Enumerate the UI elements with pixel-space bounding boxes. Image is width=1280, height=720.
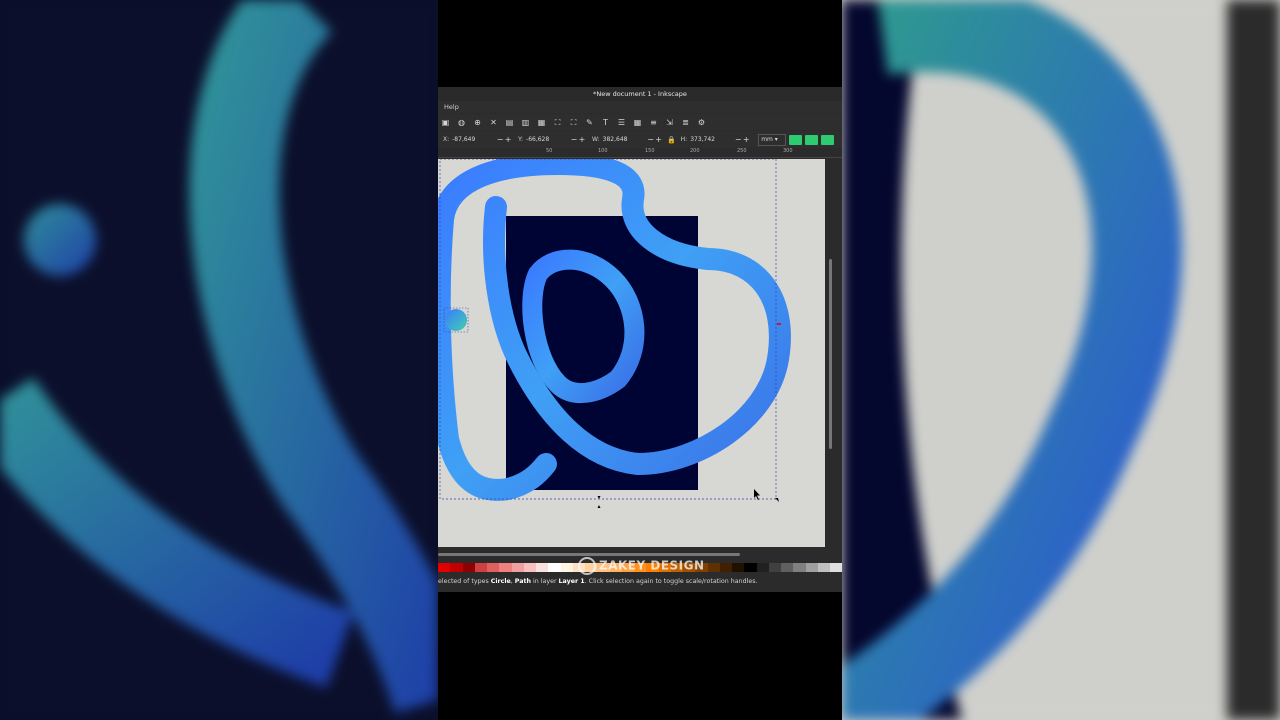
- screen-recording: *New document 1 - Inkscape Help ▣ ◍ ⊕ ✕ ▤ ▥ ▦ ⛶…: [438, 0, 842, 720]
- scale-handle-bottom[interactable]: [597, 496, 601, 508]
- palette-swatch[interactable]: [548, 563, 561, 572]
- unlink-clone-icon[interactable]: ▦: [536, 117, 547, 128]
- palette-swatch[interactable]: [732, 563, 745, 572]
- palette-swatch[interactable]: [744, 563, 757, 572]
- inkscape-window: *New document 1 - Inkscape Help ▣ ◍ ⊕ ✕ ▤ ▥ ▦ ⛶…: [438, 87, 842, 592]
- palette-swatch[interactable]: [511, 563, 524, 572]
- fill-stroke-icon[interactable]: ✎: [584, 117, 595, 128]
- status-prefix: elected of types: [438, 578, 491, 585]
- window-title: *New document 1 - Inkscape: [438, 87, 842, 101]
- ruler-tick: 150: [645, 148, 655, 154]
- status-type-path: Path: [514, 578, 531, 585]
- palette-swatch[interactable]: [805, 563, 818, 572]
- x-increment-button[interactable]: +: [504, 135, 512, 144]
- scale-handle-corner[interactable]: [775, 498, 779, 502]
- palette-swatch[interactable]: [499, 563, 512, 572]
- select-all-icon[interactable]: ▣: [440, 117, 451, 128]
- clone-icon[interactable]: ▥: [520, 117, 531, 128]
- transform-gradients-toggle[interactable]: [821, 134, 835, 145]
- gradient-circle[interactable]: [445, 309, 467, 331]
- layers-icon[interactable]: ☰: [616, 117, 627, 128]
- ungroup-icon[interactable]: ⛶: [568, 117, 579, 128]
- vertical-scrollbar[interactable]: [827, 159, 842, 547]
- menu-help[interactable]: Help: [444, 103, 459, 111]
- h-field[interactable]: 373,742: [690, 136, 732, 143]
- palette-swatch[interactable]: [536, 563, 549, 572]
- zoom-selection-icon[interactable]: ⊕: [472, 117, 483, 128]
- w-decrement-button[interactable]: −: [647, 135, 655, 144]
- ruler-tick: 300: [783, 148, 793, 154]
- menubar: Help: [438, 101, 842, 113]
- drawing-canvas[interactable]: [438, 159, 825, 547]
- watermark-text: ZAKEY DESIGN: [599, 558, 705, 573]
- commands-toolbar: ▣ ◍ ⊕ ✕ ▤ ▥ ▦ ⛶ ⛶ ✎ T ☰ ▦ ≡ ⇲ ≣ ⚙: [438, 114, 842, 130]
- horizontal-ruler: 50 100 150 200 250 300: [438, 148, 842, 158]
- status-mid: in layer: [531, 578, 559, 585]
- palette-swatch[interactable]: [450, 563, 463, 572]
- y-increment-button[interactable]: +: [578, 135, 586, 144]
- preferences-icon[interactable]: ⚙: [696, 117, 707, 128]
- y-field[interactable]: -66,628: [526, 136, 568, 143]
- palette-swatch[interactable]: [781, 563, 794, 572]
- lock-icon[interactable]: 🔒: [667, 136, 677, 144]
- node-tool-icon[interactable]: ✕: [488, 117, 499, 128]
- h-increment-button[interactable]: +: [742, 135, 750, 144]
- mouse-cursor-icon: [754, 489, 760, 500]
- palette-swatch[interactable]: [817, 563, 830, 572]
- h-label: H:: [680, 136, 688, 143]
- palette-swatch[interactable]: [756, 563, 769, 572]
- ruler-tick: 100: [598, 148, 608, 154]
- background-blur-left: [0, 0, 438, 720]
- h-decrement-button[interactable]: −: [734, 135, 742, 144]
- palette-swatch[interactable]: [768, 563, 781, 572]
- y-decrement-button[interactable]: −: [570, 135, 578, 144]
- palette-swatch[interactable]: [707, 563, 720, 572]
- w-label: W:: [592, 136, 600, 143]
- status-type-circle: Circle: [490, 578, 511, 585]
- objects-icon[interactable]: ≣: [680, 117, 691, 128]
- selector-toolbar: X: -87,649 − + Y: -66,628 − + W: 382,648…: [438, 131, 842, 148]
- text-icon[interactable]: T: [600, 117, 611, 128]
- group-icon[interactable]: ⛶: [552, 117, 563, 128]
- xml-editor-icon[interactable]: ▦: [632, 117, 643, 128]
- align-icon[interactable]: ≡: [648, 117, 659, 128]
- palette-swatch[interactable]: [793, 563, 806, 572]
- x-label: X:: [443, 136, 450, 143]
- duplicate-icon[interactable]: ▤: [504, 117, 515, 128]
- y-label: Y:: [518, 136, 524, 143]
- status-suffix: . Click selection again to toggle scale/…: [584, 578, 758, 585]
- palette-swatch[interactable]: [462, 563, 475, 572]
- w-field[interactable]: 382,648: [603, 136, 645, 143]
- x-field[interactable]: -87,649: [452, 136, 494, 143]
- scale-corners-toggle[interactable]: [805, 134, 819, 145]
- zakey-logo-icon: [578, 557, 596, 575]
- palette-swatch[interactable]: [560, 563, 573, 572]
- zoom-drawing-icon[interactable]: ◍: [456, 117, 467, 128]
- w-increment-button[interactable]: +: [655, 135, 663, 144]
- status-bar: elected of types Circle, Path in layer L…: [438, 574, 842, 590]
- palette-swatch[interactable]: [487, 563, 500, 572]
- ruler-tick: 50: [546, 148, 553, 154]
- ruler-tick: 250: [737, 148, 747, 154]
- background-blur-right: [842, 0, 1280, 720]
- scale-handle-right[interactable]: [777, 323, 781, 325]
- watermark: ZAKEY DESIGN: [578, 557, 705, 575]
- ruler-tick: 200: [690, 148, 700, 154]
- palette-swatch[interactable]: [830, 563, 842, 572]
- transform-icon[interactable]: ⇲: [664, 117, 675, 128]
- unit-select[interactable]: mm ▾: [758, 133, 787, 146]
- palette-swatch[interactable]: [523, 563, 536, 572]
- palette-swatch[interactable]: [719, 563, 732, 572]
- scale-stroke-toggle[interactable]: [789, 134, 803, 145]
- x-decrement-button[interactable]: −: [496, 135, 504, 144]
- status-layer: Layer 1: [558, 578, 585, 585]
- palette-swatch[interactable]: [438, 563, 451, 572]
- palette-swatch[interactable]: [474, 563, 487, 572]
